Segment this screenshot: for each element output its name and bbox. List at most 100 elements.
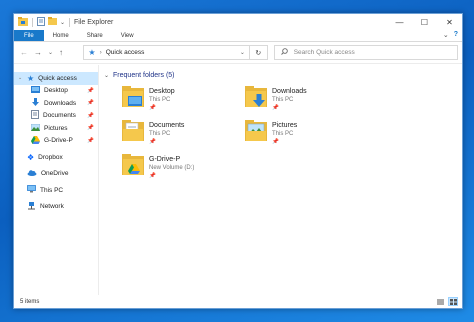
expand-ribbon-icon[interactable]: ⌄ — [443, 31, 449, 39]
desktop-folder-icon — [121, 85, 147, 119]
sidebar-item-label: Network — [40, 203, 64, 211]
sidebar-item-label: Desktop — [44, 87, 68, 95]
refresh-icon: ↻ — [255, 49, 262, 57]
sidebar-item-desktop[interactable]: Desktop 📌 — [14, 85, 98, 98]
sidebar-item-dropbox[interactable]: ❖ Dropbox — [14, 151, 98, 164]
maximize-icon[interactable]: ☐ — [412, 14, 437, 30]
folder-tile-documents[interactable]: Documents This PC 📌 — [121, 119, 241, 153]
tab-share[interactable]: Share — [78, 30, 112, 41]
recent-locations-chevron-icon[interactable]: ⌄ — [48, 49, 53, 56]
sidebar-item-this-pc[interactable]: This PC — [14, 184, 98, 197]
ribbon-right-controls: ⌄ ? — [443, 31, 458, 39]
file-explorer-window: ⌄ File Explorer — ☐ ✕ File Home Share Vi… — [13, 13, 463, 309]
explorer-app-icon — [18, 16, 28, 28]
folder-location: This PC — [149, 97, 171, 103]
refresh-button[interactable]: ↻ — [249, 45, 268, 60]
sidebar-item-network[interactable]: Network — [14, 201, 98, 214]
folder-name: Desktop — [149, 88, 175, 95]
pin-icon: 📌 — [149, 105, 156, 111]
sidebar-item-label: OneDrive — [41, 170, 69, 178]
folder-location: New Volume (D:) — [149, 165, 195, 171]
folder-tile-downloads[interactable]: Downloads This PC 📌 — [244, 85, 364, 119]
star-icon: ★ — [27, 73, 35, 83]
desktop-folder-icon — [31, 86, 40, 95]
large-icons-view-icon[interactable] — [448, 297, 458, 306]
customize-toolbar-chevron-icon[interactable]: ⌄ — [60, 19, 65, 26]
search-box[interactable]: Search Quick access — [273, 45, 458, 60]
star-icon: ★ — [88, 48, 96, 57]
documents-folder-icon — [121, 119, 147, 153]
folder-location: This PC — [272, 97, 294, 103]
sidebar-item-pictures[interactable]: Pictures 📌 — [14, 122, 98, 135]
up-arrow-icon[interactable]: ↑ — [59, 48, 63, 57]
folder-location: This PC — [272, 131, 294, 137]
pin-icon: 📌 — [149, 173, 156, 179]
google-drive-folder-icon — [121, 153, 147, 187]
window-controls: — ☐ ✕ — [387, 14, 462, 30]
view-toggle — [435, 297, 458, 306]
pictures-folder-icon — [30, 123, 41, 133]
pictures-folder-icon — [244, 119, 270, 153]
sidebar-item-label: Dropbox — [38, 153, 63, 161]
collapse-chevron-icon[interactable]: ⌄ — [18, 75, 22, 81]
folder-tile-desktop[interactable]: Desktop This PC 📌 — [121, 85, 241, 119]
network-icon — [27, 201, 36, 212]
tab-view[interactable]: View — [112, 30, 143, 41]
folder-tile-g-drive-p[interactable]: G-Drive-P New Volume (D:) 📌 — [121, 153, 241, 187]
folder-name: Documents — [149, 122, 185, 129]
sidebar-item-label: Quick access — [38, 74, 77, 82]
close-icon[interactable]: ✕ — [437, 14, 462, 30]
toolbar-separator — [69, 17, 71, 27]
help-icon[interactable]: ? — [454, 31, 458, 39]
toolbar-separator — [32, 17, 33, 27]
details-view-icon[interactable] — [435, 297, 445, 306]
search-input[interactable]: Search Quick access — [294, 49, 355, 56]
address-bar[interactable]: ★ › Quick access ⌄ — [83, 45, 250, 60]
forward-arrow-icon[interactable]: → — [34, 48, 42, 57]
pin-icon: 📌 — [87, 137, 94, 144]
collapse-chevron-icon[interactable]: ⌄ — [104, 72, 109, 79]
tab-home[interactable]: Home — [44, 30, 78, 41]
group-header-frequent-folders[interactable]: ⌄ Frequent folders (5) — [104, 68, 462, 82]
title-bar: ⌄ File Explorer — ☐ ✕ — [14, 14, 462, 30]
sidebar-item-g-drive-p[interactable]: G-Drive-P 📌 — [14, 135, 98, 148]
sidebar-item-downloads[interactable]: Downloads 📌 — [14, 97, 98, 110]
sidebar-item-quick-access[interactable]: ⌄ ★ Quick access — [14, 72, 98, 85]
sidebar-item-documents[interactable]: Documents 📌 — [14, 110, 98, 123]
file-view: ⌄ Frequent folders (5) Desktop This PC 📌 — [99, 65, 462, 295]
pin-icon: 📌 — [87, 100, 94, 107]
back-arrow-icon[interactable]: ← — [20, 48, 28, 57]
pin-icon: 📌 — [149, 139, 156, 145]
downloads-folder-icon — [244, 85, 270, 119]
address-dropdown-chevron-icon[interactable]: ⌄ — [240, 49, 245, 56]
pin-icon: 📌 — [87, 112, 94, 119]
properties-icon[interactable] — [37, 16, 45, 28]
minimize-icon[interactable]: — — [387, 14, 412, 30]
tab-file[interactable]: File — [14, 30, 44, 41]
dropbox-icon: ❖ — [27, 152, 35, 162]
new-folder-icon[interactable] — [48, 17, 57, 27]
sidebar-item-label: Pictures — [44, 124, 68, 132]
folder-tile-pictures[interactable]: Pictures This PC 📌 — [244, 119, 364, 153]
status-bar: 5 items — [14, 295, 462, 308]
pin-icon: 📌 — [87, 87, 94, 94]
search-icon — [280, 48, 288, 57]
address-row: ← → ⌄ ↑ ★ › Quick access ⌄ ↻ Search Quic… — [14, 42, 462, 64]
breadcrumb-chevron-icon[interactable]: › — [100, 49, 102, 56]
sidebar-item-onedrive[interactable]: OneDrive — [14, 168, 98, 181]
pin-icon: 📌 — [272, 105, 279, 111]
ribbon-tabs: File Home Share View ⌄ ? — [14, 30, 462, 42]
folder-name: Pictures — [272, 122, 298, 129]
onedrive-icon — [27, 170, 37, 178]
window-title: File Explorer — [74, 18, 114, 26]
breadcrumb[interactable]: Quick access — [106, 49, 145, 56]
content-area: ⌄ ★ Quick access Desktop 📌 Downloads 📌 D… — [14, 65, 462, 295]
sidebar-item-label: Downloads — [44, 99, 77, 107]
group-title: Frequent folders (5) — [113, 71, 175, 79]
downloads-folder-icon — [31, 98, 40, 108]
sidebar-item-label: This PC — [40, 186, 64, 194]
folder-location: This PC — [149, 131, 171, 137]
this-pc-icon — [27, 185, 36, 195]
google-drive-icon — [31, 135, 40, 146]
navigation-pane: ⌄ ★ Quick access Desktop 📌 Downloads 📌 D… — [14, 65, 99, 295]
